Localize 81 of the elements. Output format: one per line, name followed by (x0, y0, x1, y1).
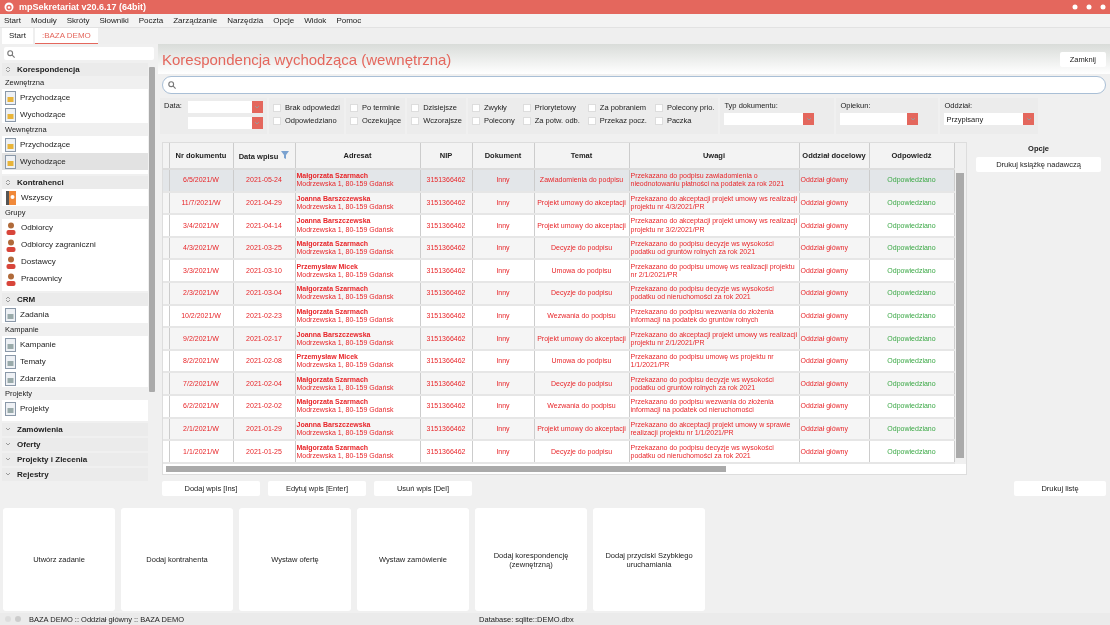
checkbox[interactable] (522, 116, 531, 125)
checkbox[interactable] (522, 103, 531, 112)
status-dots-icon (4, 615, 24, 623)
date-dropdown[interactable] (187, 101, 263, 113)
document-icon (5, 307, 16, 322)
table-row[interactable] (163, 304, 954, 328)
document-icon (5, 137, 16, 152)
menu-item[interactable]: Opcje (273, 16, 295, 25)
chevron-icon (909, 115, 916, 123)
chevron-icon (1025, 115, 1032, 123)
section-header[interactable]: Oferty (2, 438, 148, 451)
search-icon (7, 49, 15, 58)
menu-item[interactable]: Start (4, 16, 21, 25)
checkbox[interactable] (411, 103, 420, 112)
search-field[interactable] (4, 47, 154, 60)
chevron-icon (5, 179, 11, 186)
dropdown[interactable] (724, 113, 815, 125)
person-icon (5, 220, 17, 235)
checkbox[interactable] (272, 116, 281, 125)
table-row[interactable] (163, 214, 954, 237)
person-icon (5, 254, 17, 269)
checkbox[interactable] (654, 116, 663, 125)
date-dropdown[interactable] (187, 117, 263, 129)
checkbox[interactable] (654, 103, 663, 112)
checkbox[interactable] (471, 116, 480, 125)
section-header[interactable]: Korespondencja (2, 63, 148, 76)
section-header[interactable]: CRM (2, 293, 148, 306)
page-title: Korespondencja wychodząca (wewnętrzna) (162, 50, 452, 68)
dropdown[interactable] (840, 113, 919, 125)
menu-item[interactable]: Moduły (30, 16, 57, 25)
chevron-icon (5, 441, 11, 448)
window-controls-icon[interactable] (1072, 4, 1106, 10)
person-icon (5, 271, 17, 286)
address-book-icon (5, 190, 17, 205)
chevron-icon (5, 296, 11, 303)
section-header[interactable]: Zamówienia (2, 423, 148, 436)
tab[interactable]: Start (2, 28, 33, 44)
filter-icon[interactable] (281, 150, 290, 159)
checkbox[interactable] (587, 103, 596, 112)
window-title: mpSekretariat v20.6.17 (64bit) (19, 2, 148, 12)
menu-item[interactable]: Widok (304, 16, 327, 25)
chevron-icon (5, 66, 11, 73)
section-header[interactable]: Kontrahenci (2, 176, 148, 189)
table-row[interactable] (163, 395, 954, 418)
document-icon (5, 401, 16, 416)
table-row[interactable] (163, 417, 954, 441)
checkbox[interactable] (471, 103, 480, 112)
table-row[interactable] (163, 440, 954, 463)
sidebar-item[interactable]: Wychodzące (2, 153, 148, 170)
table-row[interactable] (163, 372, 954, 396)
chevron-icon (5, 456, 11, 463)
checkbox[interactable] (587, 116, 596, 125)
chevron-icon (5, 471, 11, 478)
menu-item[interactable]: Słowniki (99, 16, 129, 25)
document-icon (5, 107, 16, 122)
document-icon (5, 337, 16, 352)
document-icon (5, 354, 16, 369)
table-row[interactable] (163, 327, 954, 350)
menu-item[interactable]: Skróty (66, 16, 90, 25)
document-icon (5, 154, 16, 169)
menu-item[interactable]: Zarządzanie (173, 16, 218, 25)
document-icon (5, 371, 16, 386)
menu-item[interactable]: Pomoc (336, 16, 362, 25)
table-row[interactable] (163, 169, 954, 192)
table-row[interactable] (163, 236, 954, 260)
chevron-icon (5, 426, 11, 433)
menu-item[interactable]: Poczta (138, 16, 164, 25)
search-icon (168, 81, 176, 89)
search-field[interactable] (162, 76, 1106, 94)
document-icon (5, 90, 16, 105)
checkbox[interactable] (411, 116, 420, 125)
menu-item[interactable]: Narzędzia (227, 16, 264, 25)
table-row[interactable] (163, 282, 954, 305)
checkbox[interactable] (272, 103, 281, 112)
section-header[interactable]: Projekty i Zlecenia (2, 453, 148, 466)
chevron-icon (805, 115, 812, 123)
table-row[interactable] (163, 191, 954, 215)
section-header[interactable]: Rejestry (2, 468, 148, 481)
person-icon (5, 237, 17, 252)
checkbox[interactable] (349, 116, 358, 125)
checkbox[interactable] (349, 103, 358, 112)
